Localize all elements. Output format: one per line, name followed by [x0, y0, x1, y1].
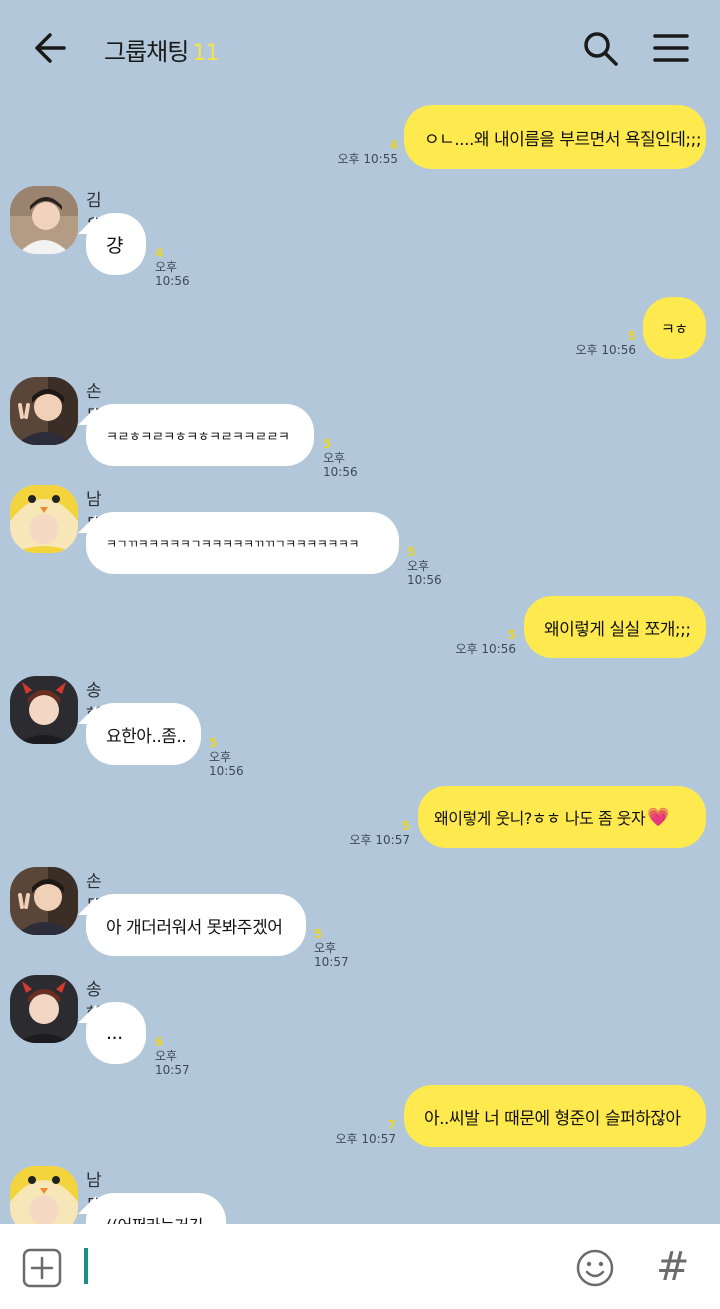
message-bubble[interactable]: 요한아..좀..: [86, 703, 201, 765]
message-bubble[interactable]: 아..씨발 너 때문에 형준이 슬퍼하잖아: [404, 1085, 706, 1147]
message-meta: 7 오후 10:57: [328, 1118, 396, 1146]
plus-icon[interactable]: [22, 1248, 62, 1288]
hash-icon[interactable]: #: [656, 1244, 690, 1290]
message-bubble[interactable]: 왜이렇게 웃니?ㅎㅎ 나도 좀 웃자 💗: [418, 786, 706, 848]
message-bubble[interactable]: ...: [86, 1002, 146, 1064]
message-bubble[interactable]: ((어쩌라는거긴: [86, 1193, 226, 1224]
message-meta: 5 오후 10:56: [448, 628, 516, 656]
message-text: ㅋㄹㅎㅋㄹㅋㅎㅋㅎㅋㄹㅋㅋㄹㄹㅋ: [106, 429, 290, 445]
message-text: ㅋㄱㄲㅋㅋㅋㅋㅋㄱㅋㅋㅋㅋㅋㄲㄲㄱㅋㅋㅋㅋㅋㅋㅋ: [106, 536, 359, 551]
message-text: 걍: [106, 234, 123, 257]
message-time: 오후 10:56: [323, 451, 358, 479]
unread-count: 5: [407, 545, 416, 559]
avatar[interactable]: [10, 676, 78, 744]
message-time: 오후 10:57: [335, 1132, 396, 1146]
message-meta: 5 오후 10:57: [342, 819, 410, 847]
chat-header: 그룹채팅 11: [0, 0, 720, 100]
message-time: 오후 10:55: [337, 152, 398, 166]
unread-count: 5: [209, 736, 218, 750]
message-meta: 5 오후 10:56: [568, 329, 636, 357]
avatar[interactable]: [10, 485, 78, 553]
heart-emoji-icon: 💗: [647, 806, 670, 828]
message-bubble[interactable]: ㅇㄴ....왜 내이름을 부르면서 욕질인데;;;: [404, 105, 706, 169]
menu-icon[interactable]: [650, 28, 692, 68]
message-time: 오후 10:57: [349, 833, 410, 847]
message-time: 오후 10:57: [314, 941, 349, 969]
avatar[interactable]: [10, 1166, 78, 1224]
message-text: 왜이렇게 실실 쪼개;;;: [544, 619, 691, 640]
avatar[interactable]: [10, 186, 78, 254]
message-time: 오후 10:57: [155, 1049, 190, 1077]
message-bubble[interactable]: 왜이렇게 실실 쪼개;;;: [524, 596, 706, 658]
chat-title: 그룹채팅 11: [104, 32, 219, 67]
message-meta: 4 오후 10:56: [155, 246, 190, 288]
member-count: 11: [192, 41, 219, 66]
chat-title-text: 그룹채팅: [104, 38, 189, 66]
message-text: ㅇㄴ....왜 내이름을 부르면서 욕질인데;;;: [424, 129, 702, 150]
avatar[interactable]: [10, 975, 78, 1043]
message-time: 오후 10:56: [407, 559, 442, 587]
message-meta: 5 오후 10:56: [407, 545, 442, 587]
message-bubble[interactable]: ㅋㅎ: [643, 297, 706, 359]
unread-count: 5: [314, 927, 323, 941]
unread-count: 5: [401, 819, 410, 833]
emoji-icon[interactable]: [575, 1248, 615, 1288]
back-arrow-icon[interactable]: [30, 28, 70, 68]
message-meta: 5 오후 10:56: [323, 437, 358, 479]
avatar[interactable]: [10, 377, 78, 445]
message-text: ((어쩌라는거긴: [106, 1212, 203, 1224]
message-time: 오후 10:56: [209, 750, 244, 778]
message-meta: 6 오후 10:57: [155, 1035, 190, 1077]
avatar[interactable]: [10, 867, 78, 935]
message-text: 요한아..좀..: [106, 726, 187, 747]
message-bubble[interactable]: 아 개더러워서 못봐주겠어: [86, 894, 306, 956]
message-input-bar: #: [0, 1224, 720, 1309]
message-bubble[interactable]: 걍: [86, 213, 146, 275]
message-text: ...: [106, 1022, 123, 1044]
message-text: 아..씨발 너 때문에 형준이 슬퍼하잖아: [424, 1108, 681, 1129]
unread-count: 4: [155, 246, 164, 260]
message-text: 왜이렇게 웃니?ㅎㅎ 나도 좀 웃자: [434, 809, 646, 828]
message-meta: 5 오후 10:56: [209, 736, 244, 778]
message-text: 아 개더러워서 못봐주겠어: [106, 917, 283, 938]
message-time: 오후 10:56: [155, 260, 190, 288]
unread-count: 5: [323, 437, 332, 451]
message-meta: 5 오후 10:57: [314, 927, 349, 969]
message-text: ㅋㅎ: [661, 319, 688, 338]
unread-count: 4: [389, 138, 398, 152]
message-bubble[interactable]: ㅋㄹㅎㅋㄹㅋㅎㅋㅎㅋㄹㅋㅋㄹㄹㅋ: [86, 404, 314, 466]
search-icon[interactable]: [580, 28, 620, 68]
unread-count: 5: [627, 329, 636, 343]
chat-area[interactable]: 4 오후 10:55 ㅇㄴ....왜 내이름을 부르면서 욕질인데;;; 김우석…: [0, 100, 720, 1224]
message-input[interactable]: [84, 1242, 554, 1290]
message-time: 오후 10:56: [455, 642, 516, 656]
message-time: 오후 10:56: [575, 343, 636, 357]
message-meta: 4 오후 10:55: [330, 138, 398, 166]
unread-count: 5: [507, 628, 516, 642]
unread-count: 7: [387, 1118, 396, 1132]
message-bubble[interactable]: ㅋㄱㄲㅋㅋㅋㅋㅋㄱㅋㅋㅋㅋㅋㄲㄲㄱㅋㅋㅋㅋㅋㅋㅋ: [86, 512, 399, 574]
unread-count: 6: [155, 1035, 164, 1049]
